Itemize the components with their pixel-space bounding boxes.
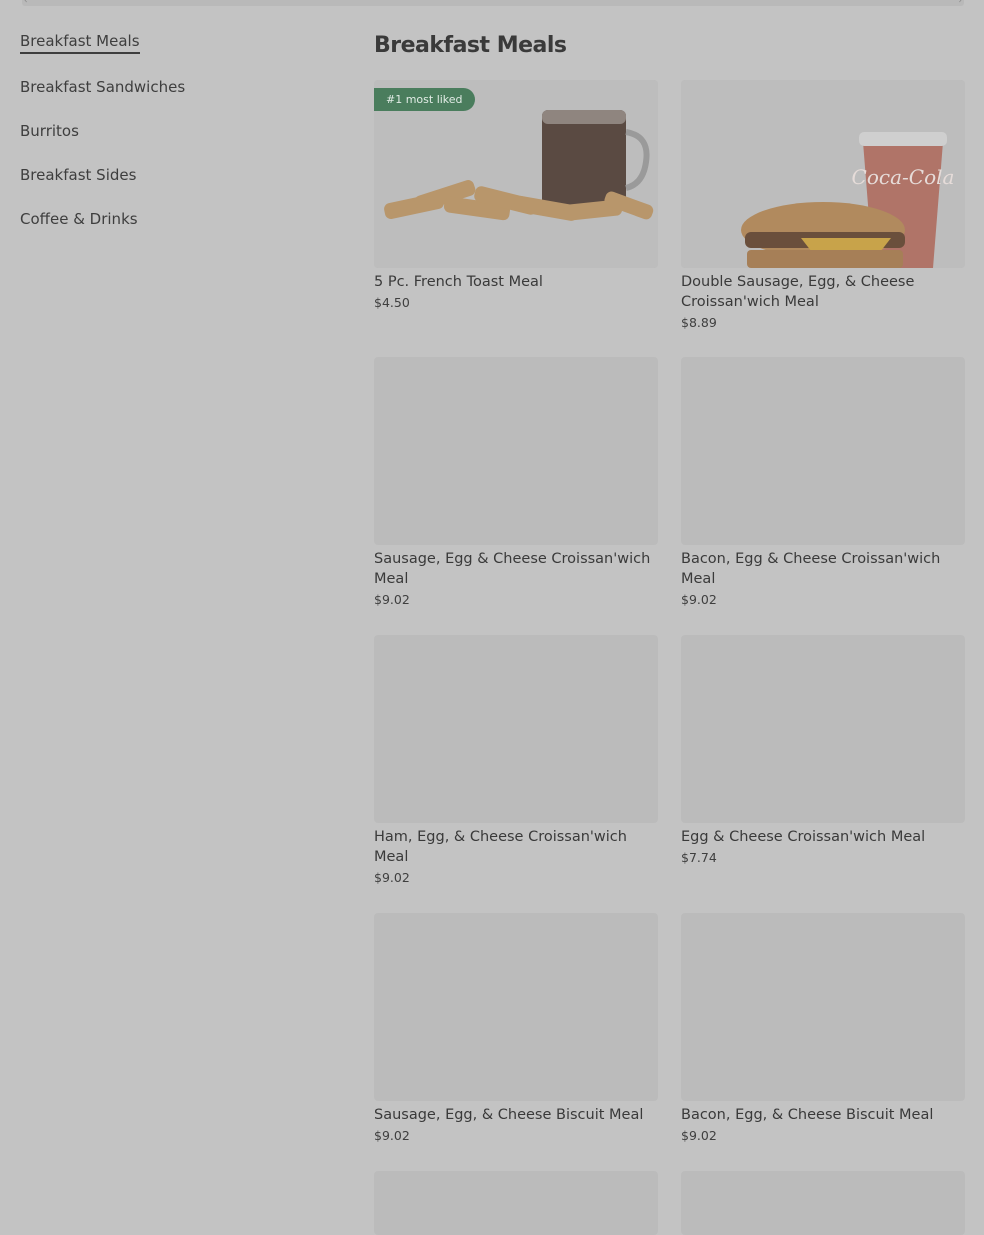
product-card[interactable]: Sausage, Egg & Cheese Croissan'wich Meal… xyxy=(374,357,658,609)
product-card[interactable]: Bacon, Egg, & Cheese Biscuit Meal $9.02 xyxy=(681,913,965,1145)
sidebar-item-breakfast-meals[interactable]: Breakfast Meals xyxy=(20,30,140,54)
product-name[interactable]: Sausage, Egg, & Cheese Biscuit Meal xyxy=(374,1105,658,1125)
svg-text:Coca-Cola: Coca-Cola xyxy=(852,165,955,189)
product-card[interactable]: Egg & Cheese Croissan'wich Meal $7.74 xyxy=(681,635,965,867)
horizontal-scrollbar[interactable]: ‹ › xyxy=(22,0,964,6)
product-price: $8.89 xyxy=(681,315,717,330)
product-name[interactable]: Egg & Cheese Croissan'wich Meal xyxy=(681,827,965,847)
product-image-placeholder[interactable] xyxy=(681,635,965,823)
product-image-placeholder[interactable] xyxy=(374,1171,658,1235)
product-price: $7.74 xyxy=(681,850,717,865)
page-title: Breakfast Meals xyxy=(374,33,567,58)
product-image-placeholder[interactable] xyxy=(681,357,965,545)
product-image[interactable]: Coca-Cola xyxy=(681,80,965,268)
product-name[interactable]: Ham, Egg, & Cheese Croissan'wich Meal xyxy=(374,827,658,867)
product-image-placeholder[interactable] xyxy=(681,913,965,1101)
scroll-right-icon[interactable]: › xyxy=(958,0,962,6)
scroll-left-icon[interactable]: ‹ xyxy=(24,0,28,6)
product-image-placeholder[interactable] xyxy=(374,635,658,823)
sidebar-item-breakfast-sides[interactable]: Breakfast Sides xyxy=(20,164,320,186)
product-card[interactable]: Sausage, Egg, & Cheese Biscuit Meal $9.0… xyxy=(374,913,658,1145)
menu-section: Breakfast Meals #1 most liked 5 Pc. Fren… xyxy=(374,28,965,1235)
sidebar-item-breakfast-sandwiches[interactable]: Breakfast Sandwiches xyxy=(20,76,320,98)
most-liked-badge: #1 most liked xyxy=(374,88,475,111)
product-name[interactable]: Sausage, Egg & Cheese Croissan'wich Meal xyxy=(374,549,658,589)
croissanwich-cola-image: Coca-Cola xyxy=(681,80,965,268)
product-card[interactable]: Bacon, Egg & Cheese Croissan'wich Meal $… xyxy=(681,357,965,609)
product-name[interactable]: Bacon, Egg, & Cheese Biscuit Meal xyxy=(681,1105,965,1125)
category-sidebar: Breakfast Meals Breakfast Sandwiches Bur… xyxy=(20,30,320,252)
sidebar-item-burritos[interactable]: Burritos xyxy=(20,120,320,142)
product-image-placeholder[interactable] xyxy=(374,913,658,1101)
product-name[interactable]: Double Sausage, Egg, & Cheese Croissan'w… xyxy=(681,272,965,312)
product-price: $9.02 xyxy=(681,592,717,607)
sidebar-item-coffee-drinks[interactable]: Coffee & Drinks xyxy=(20,208,320,230)
product-price: $9.02 xyxy=(374,592,410,607)
product-name[interactable]: Bacon, Egg & Cheese Croissan'wich Meal xyxy=(681,549,965,589)
product-price: $9.02 xyxy=(681,1128,717,1143)
product-price: $9.02 xyxy=(374,870,410,885)
product-card[interactable] xyxy=(681,1171,965,1235)
product-card[interactable] xyxy=(374,1171,658,1235)
product-card[interactable]: Coca-Cola Double Sausage, Egg, & Cheese … xyxy=(681,80,965,332)
product-name[interactable]: 5 Pc. French Toast Meal xyxy=(374,272,658,292)
product-price: $9.02 xyxy=(374,1128,410,1143)
product-image-placeholder[interactable] xyxy=(374,357,658,545)
product-image-placeholder[interactable] xyxy=(681,1171,965,1235)
product-image[interactable]: #1 most liked xyxy=(374,80,658,268)
product-price: $4.50 xyxy=(374,295,410,310)
product-card[interactable]: Ham, Egg, & Cheese Croissan'wich Meal $9… xyxy=(374,635,658,887)
product-card[interactable]: #1 most liked 5 Pc. French Toast Meal $4… xyxy=(374,80,658,312)
